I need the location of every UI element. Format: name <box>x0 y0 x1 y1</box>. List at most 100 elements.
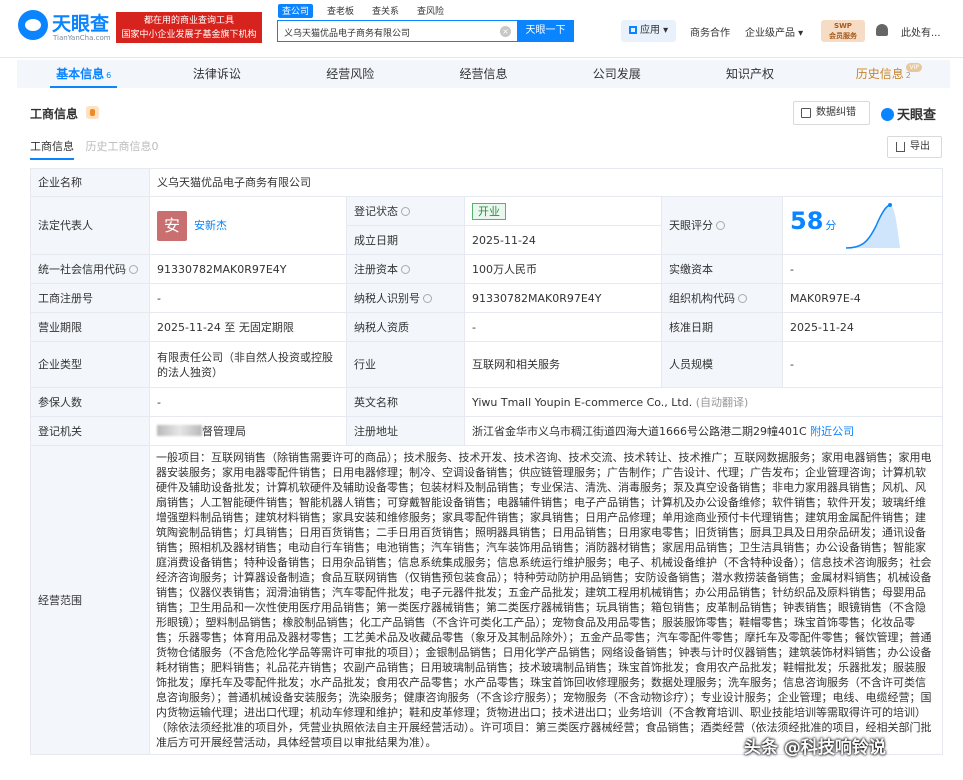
search-input[interactable]: 义乌天猫优品电子商务有限公司 <box>277 20 517 42</box>
apps-label: 应用 <box>640 25 660 36</box>
insured-count: - <box>149 387 347 417</box>
search-button[interactable]: 天眼一下 <box>517 20 574 42</box>
score-cell[interactable]: 58 分 <box>781 196 944 255</box>
tab-legal[interactable]: 法律诉讼 <box>150 60 283 88</box>
tab-development-label: 公司发展 <box>592 67 641 81</box>
company-name: 义乌天猫优品电子商务有限公司 <box>148 168 944 197</box>
search-type-tabs: 查公司 查老板 查关系 查风险 <box>278 4 448 18</box>
tab-history[interactable]: 历史信息 2 VIP <box>817 60 950 88</box>
org-code: MAK0R97E-4 <box>781 283 944 313</box>
export-icon <box>896 142 905 152</box>
label-org-code-text: 组织机构代码 <box>669 291 735 305</box>
label-taxpayer-id-text: 纳税人识别号 <box>354 291 420 305</box>
score-curve-icon <box>845 202 900 249</box>
auto-translate-note: (自动翻译) <box>695 395 749 409</box>
search-tab-risk[interactable]: 查风险 <box>413 4 448 18</box>
user-menu[interactable]: 此处有... <box>901 24 941 39</box>
subtab-business-info[interactable]: 工商信息 <box>30 138 74 160</box>
nav-business-cooperation[interactable]: 商务合作 <box>690 24 730 39</box>
brand-name: 天眼查 <box>897 108 937 123</box>
help-icon[interactable] <box>401 264 410 274</box>
edit-icon <box>801 108 811 118</box>
export-button[interactable]: 导出 <box>887 136 942 158</box>
status-badge: 开业 <box>472 202 506 220</box>
nearby-companies-link[interactable]: 附近公司 <box>810 425 854 438</box>
swp-vip-button[interactable]: SWP 会员服务 <box>821 20 865 42</box>
section-hint-icon[interactable] <box>86 106 99 119</box>
logo-domain: TianYanCha.com <box>53 34 111 42</box>
search-tab-boss[interactable]: 查老板 <box>323 4 358 18</box>
tab-operating-risk-label: 经营风险 <box>326 67 375 81</box>
tab-operating-risk[interactable]: 经营风险 <box>284 60 417 88</box>
clear-search-icon[interactable]: × <box>500 26 511 37</box>
legal-rep-link[interactable]: 安新杰 <box>194 219 227 232</box>
tab-development[interactable]: 公司发展 <box>550 60 683 88</box>
label-company-type: 企业类型 <box>30 341 150 388</box>
slogan-banner[interactable]: 都在用的商业查询工具 国家中小企业发展子基金旗下机构 <box>116 12 262 43</box>
legal-rep-cell: 安安新杰 <box>149 196 347 255</box>
help-icon[interactable] <box>129 264 138 274</box>
tab-operating-info[interactable]: 经营信息 <box>417 60 550 88</box>
label-staff: 人员规模 <box>661 341 783 388</box>
nav-enterprise-label: 企业级产品 <box>745 28 795 39</box>
avatar[interactable]: 安 <box>157 210 187 241</box>
label-company-name: 企业名称 <box>30 168 150 197</box>
address-cell: 浙江省金华市义乌市稠江街道四海大道1666号公路港二期29幢401C 附近公司 <box>463 416 944 446</box>
main-tabs: 基本信息 6 法律诉讼 经营风险 经营信息 公司发展 知识产权 历史信息 2 VIP <box>17 60 950 88</box>
help-icon[interactable] <box>716 221 725 230</box>
toutiao-watermark: 头条 @科技响铃说 <box>744 738 886 758</box>
label-scope: 经营范围 <box>30 445 150 755</box>
tianyancha-logo-icon[interactable] <box>18 10 48 40</box>
label-legal-rep: 法定代表人 <box>30 196 150 255</box>
grid-icon <box>629 26 637 34</box>
data-correction-button[interactable]: 数据纠错 <box>793 101 870 125</box>
help-icon[interactable] <box>738 293 747 303</box>
label-credit-code: 统一社会信用代码 <box>30 254 150 284</box>
subtab-history-business-info[interactable]: 历史工商信息0 <box>86 138 159 154</box>
label-insured: 参保人数 <box>30 387 150 417</box>
company-type: 有限责任公司（非自然人投资或控股的法人独资） <box>149 341 347 388</box>
paid-capital: - <box>781 254 944 284</box>
brand-watermark: 天眼查 <box>881 104 936 123</box>
reg-status-cell: 开业 <box>464 196 662 226</box>
tab-basic-info-label: 基本信息 <box>56 67 105 81</box>
taxpayer-qual: - <box>464 312 662 342</box>
vip-badge: VIP <box>906 63 922 72</box>
label-address: 注册地址 <box>346 416 465 446</box>
tab-basic-info[interactable]: 基本信息 6 <box>17 60 150 88</box>
data-correction-label: 数据纠错 <box>816 107 856 118</box>
label-reg-capital: 注册资本 <box>346 254 465 284</box>
en-name-cell: Yiwu Tmall Youpin E-commerce Co., Ltd. (… <box>463 387 944 417</box>
help-icon[interactable] <box>401 206 410 216</box>
apps-menu-button[interactable]: 应用 ▾ <box>621 20 676 42</box>
slogan-line-1: 都在用的商业查询工具 <box>143 16 234 26</box>
label-approve-date: 核准日期 <box>661 312 783 342</box>
nav-enterprise-products[interactable]: 企业级产品 ▾ <box>745 24 803 39</box>
business-term: 2025-11-24 至 无固定期限 <box>149 312 347 342</box>
score-unit: 分 <box>825 218 837 232</box>
bell-icon[interactable] <box>876 24 888 36</box>
tab-legal-label: 法律诉讼 <box>192 67 241 81</box>
section-title: 工商信息 <box>30 107 79 121</box>
label-score-text: 天眼评分 <box>669 219 713 232</box>
slogan-line-2: 国家中小企业发展子基金旗下机构 <box>121 30 257 40</box>
tianyancha-small-logo-icon <box>881 108 894 121</box>
search-tab-relation[interactable]: 查关系 <box>368 4 403 18</box>
tab-basic-info-count: 6 <box>106 71 112 80</box>
blurred-text <box>157 424 202 436</box>
industry: 互联网和相关服务 <box>464 341 662 388</box>
address: 浙江省金华市义乌市稠江街道四海大道1666号公路港二期29幢401C <box>472 424 807 438</box>
export-label: 导出 <box>910 141 930 152</box>
swp-line-1: SWP <box>834 22 852 30</box>
label-industry: 行业 <box>346 341 465 388</box>
label-reg-capital-text: 注册资本 <box>354 262 398 276</box>
authority-suffix: 督管理局 <box>202 424 246 438</box>
search-tab-company[interactable]: 查公司 <box>278 4 314 18</box>
help-icon[interactable] <box>423 293 432 303</box>
tab-history-count: 2 <box>905 71 911 80</box>
authority-cell: 督管理局 <box>149 416 347 446</box>
label-reg-no: 工商注册号 <box>30 283 150 313</box>
tab-ip[interactable]: 知识产权 <box>683 60 816 88</box>
logo-name[interactable]: 天眼查 <box>52 9 109 36</box>
reg-capital: 100万人民币 <box>464 254 662 284</box>
